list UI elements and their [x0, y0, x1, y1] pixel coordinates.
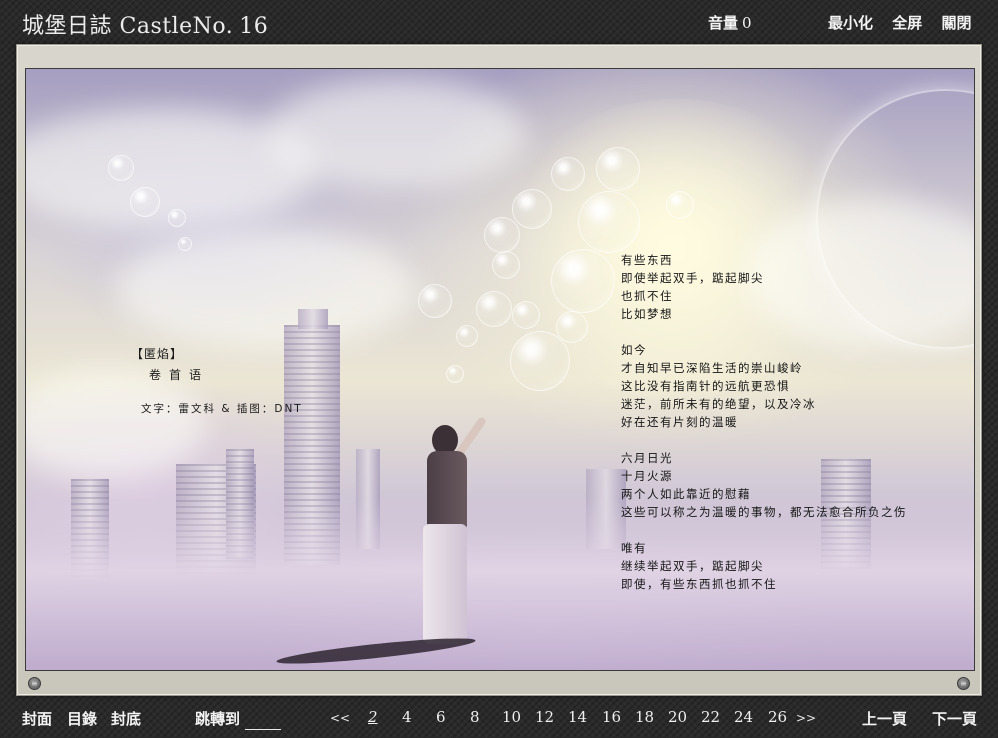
page-link[interactable]: 12: [535, 708, 554, 726]
left-menu-icon[interactable]: ≡: [28, 677, 41, 690]
right-menu-icon[interactable]: ≡: [957, 677, 970, 690]
bubble: [551, 249, 615, 313]
poem-line: 这比没有指南针的远航更恐惧: [621, 379, 790, 393]
article-credits: 文字：雷文科 & 插图：DNT: [141, 403, 303, 415]
bubble: [512, 301, 540, 329]
page-link-current[interactable]: 2: [368, 708, 378, 726]
page-link[interactable]: 10: [502, 708, 521, 726]
bubble: [130, 187, 160, 217]
volume-control[interactable]: 音量 0: [708, 12, 752, 33]
bubble: [456, 325, 478, 347]
page-link[interactable]: 16: [602, 708, 621, 726]
page-link[interactable]: 14: [568, 708, 587, 726]
poem-line: 即使举起双手，踮起脚尖: [621, 271, 764, 285]
bubble: [168, 209, 186, 227]
poem-line: 才自知早已深陷生活的崇山峻岭: [621, 361, 803, 375]
article-heading: 【匿焰】 卷首语 文字：雷文科 & 插图：DNT: [131, 345, 303, 416]
figure-legs: [423, 524, 467, 644]
top-bar: 城堡日誌 CastleNo. 16 音量 0 最小化 全屏 關閉: [0, 0, 998, 44]
issue-number: 16: [239, 14, 269, 39]
magazine-page: 【匿焰】 卷首语 文字：雷文科 & 插图：DNT 有些东西 即使举起双手，踮起脚…: [25, 68, 975, 671]
poem-line: 这些可以称之为温暖的事物，都无法愈合所负之伤: [621, 505, 907, 519]
page-link[interactable]: 26: [768, 708, 787, 726]
bubble: [476, 291, 512, 327]
bubble: [512, 189, 552, 229]
page-link[interactable]: 20: [668, 708, 687, 726]
volume-value: 0: [742, 14, 752, 32]
bubble: [484, 217, 520, 253]
next-pages-arrow[interactable]: >>: [796, 711, 816, 725]
contents-button[interactable]: 目錄: [67, 708, 97, 729]
page-link[interactable]: 6: [436, 708, 446, 726]
page-link[interactable]: 22: [701, 708, 720, 726]
poem-line: 有些东西: [621, 253, 673, 267]
book-frame: 【匿焰】 卷首语 文字：雷文科 & 插图：DNT 有些东西 即使举起双手，踮起脚…: [16, 44, 982, 696]
window-controls: 最小化 全屏 關閉: [828, 12, 972, 33]
page-link[interactable]: 18: [635, 708, 654, 726]
app-title: 城堡日誌 CastleNo. 16: [22, 8, 268, 40]
bubble: [556, 311, 588, 343]
close-button[interactable]: 關閉: [942, 14, 972, 32]
bubble: [108, 155, 134, 181]
cover-button[interactable]: 封面: [22, 708, 52, 729]
poem-line: 十月火源: [621, 469, 673, 483]
section-subtitle: 卷首语: [149, 368, 210, 382]
poem-line: 也抓不住: [621, 289, 673, 303]
poem-line: 继续举起双手，踮起脚尖: [621, 559, 764, 573]
poem-line: 唯有: [621, 541, 647, 555]
poem-line: [621, 521, 907, 539]
poem-line: 如今: [621, 343, 647, 357]
poem-line: 即使，有些东西抓也抓不住: [621, 577, 777, 591]
back-cover-button[interactable]: 封底: [111, 708, 141, 729]
poem-line: 六月日光: [621, 451, 673, 465]
cloud: [116, 229, 416, 349]
poem-text: 有些东西 即使举起双手，踮起脚尖 也抓不住 比如梦想 如今 才自知早已深陷生活的…: [621, 251, 907, 593]
bubble: [492, 251, 520, 279]
bubble: [418, 284, 452, 318]
cloud: [266, 79, 526, 189]
minimize-button[interactable]: 最小化: [828, 14, 873, 32]
fullscreen-button[interactable]: 全屏: [892, 14, 922, 32]
chapter-title: 【匿焰】: [131, 347, 184, 361]
volume-label: 音量: [708, 14, 739, 32]
bubble: [578, 191, 640, 253]
tower-top: [298, 309, 328, 329]
page-link[interactable]: 4: [402, 708, 412, 726]
bottom-navigation: 封面 目錄 封底 跳轉到 << 2 4 6 8 10 12 14 16 18 2…: [0, 700, 998, 738]
figure-body: [427, 451, 467, 531]
bubble: [551, 157, 585, 191]
bubble: [446, 365, 464, 383]
app-title-text: 城堡日誌 CastleNo.: [22, 14, 234, 39]
prev-page-button[interactable]: 上一頁: [862, 708, 907, 729]
bubble: [666, 191, 694, 219]
page-link[interactable]: 24: [734, 708, 753, 726]
bubble: [596, 147, 640, 191]
poem-line: [621, 323, 907, 341]
goto-label: 跳轉到: [195, 710, 241, 728]
poem-line: 好在还有片刻的温暖: [621, 415, 738, 429]
poem-line: 比如梦想: [621, 307, 673, 321]
bubble: [178, 237, 192, 251]
prev-pages-arrow[interactable]: <<: [330, 711, 350, 725]
next-page-button[interactable]: 下一頁: [932, 708, 977, 729]
page-link[interactable]: 8: [470, 708, 480, 726]
bubble: [510, 331, 570, 391]
poem-line: 两个人如此靠近的慰藉: [621, 487, 751, 501]
poem-line: [621, 431, 907, 449]
goto-page-input[interactable]: [245, 710, 281, 730]
poem-line: 迷茫，前所未有的绝望，以及冷冰: [621, 397, 816, 411]
